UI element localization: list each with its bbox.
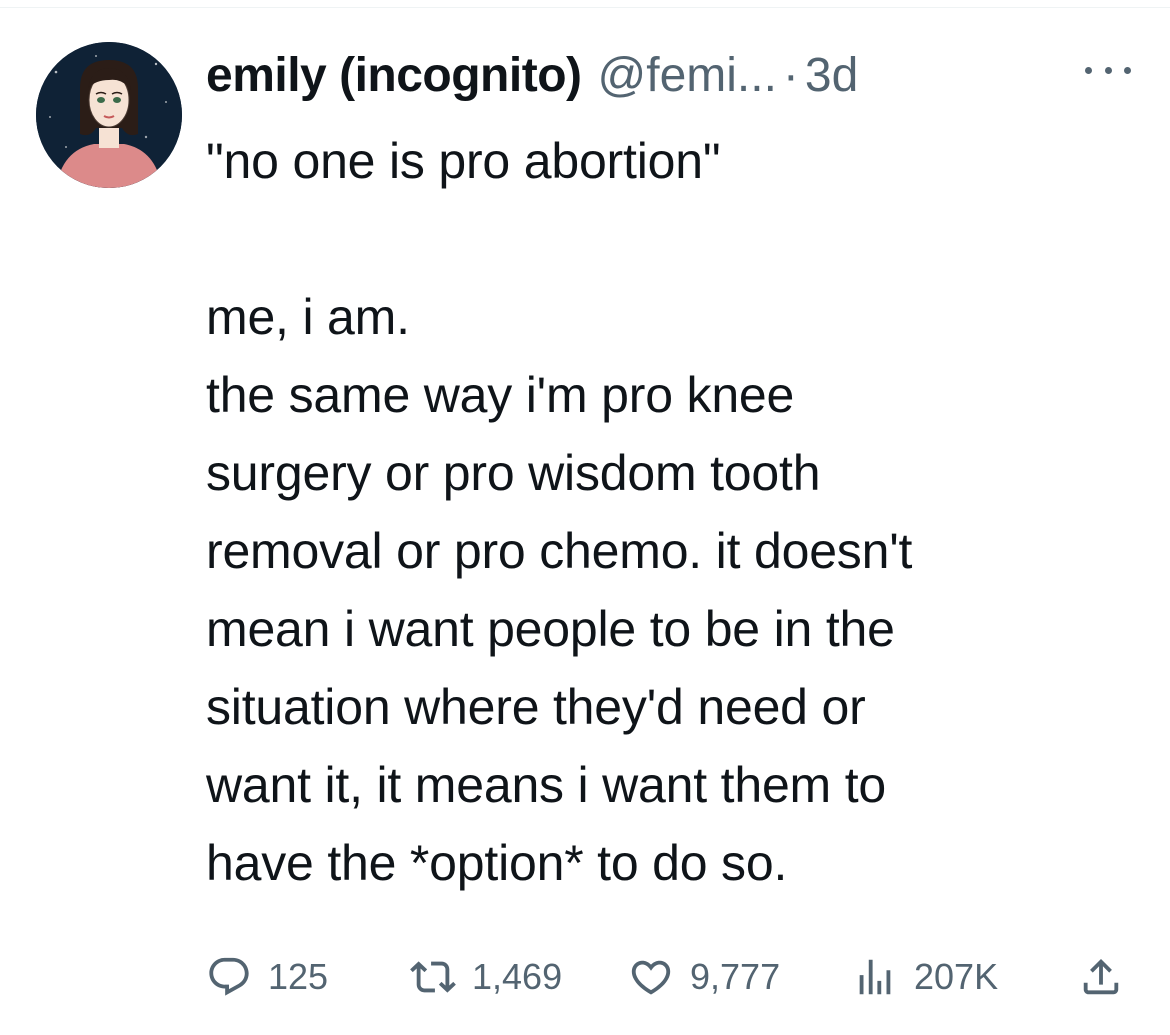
tweet-text: "no one is pro abortion" me, i am. the s… xyxy=(206,133,913,891)
tweet-header: emily (incognito) @femi... · 3d xyxy=(206,40,858,110)
like-button[interactable]: 9,777 xyxy=(628,945,780,1009)
more-icon-dot xyxy=(1104,66,1112,74)
retweet-icon xyxy=(410,961,456,993)
author-display-name[interactable]: emily (incognito) xyxy=(206,48,582,103)
tweet-actions: 125 1,469 9,777 207K xyxy=(206,945,1136,1009)
more-icon xyxy=(1085,66,1092,74)
retweet-button[interactable]: 1,469 xyxy=(410,945,562,1009)
reply-count: 125 xyxy=(268,956,329,997)
share-icon xyxy=(1083,958,1119,995)
share-button[interactable] xyxy=(1078,945,1124,1009)
views-icon xyxy=(859,959,891,995)
heart-icon xyxy=(631,960,671,995)
reply-icon xyxy=(209,957,249,996)
more-icon-dot xyxy=(1124,66,1131,74)
like-count: 9,777 xyxy=(690,956,781,997)
reply-button[interactable]: 125 xyxy=(206,945,328,1009)
separator-dot: · xyxy=(782,48,799,102)
avatar[interactable] xyxy=(36,42,182,188)
author-handle[interactable]: @femi... xyxy=(598,48,777,103)
avatar-illustration xyxy=(36,42,182,188)
tweet[interactable]: emily (incognito) @femi... · 3d "no one … xyxy=(0,0,1170,1035)
more-options-button[interactable] xyxy=(1085,58,1131,82)
retweet-count: 1,469 xyxy=(472,956,563,997)
views-count: 207K xyxy=(914,956,999,997)
views-button[interactable]: 207K xyxy=(852,945,998,1009)
tweet-timestamp[interactable]: 3d xyxy=(805,48,858,103)
